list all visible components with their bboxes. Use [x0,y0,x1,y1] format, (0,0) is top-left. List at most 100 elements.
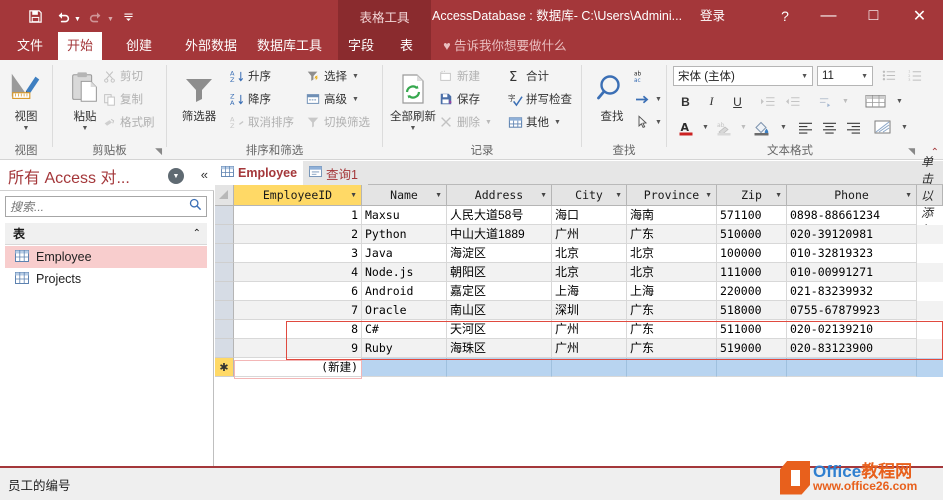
alternate-row-color-dropdown-caret[interactable]: ▼ [894,117,915,138]
cell-city[interactable]: 广州 [552,320,627,339]
column-header-name[interactable]: Name▼ [362,185,447,206]
tab-file[interactable]: 文件 [8,32,52,60]
bold-button[interactable]: B [675,91,696,112]
undo-dropdown-caret[interactable]: ▼ [74,16,81,23]
cell-phone[interactable]: 020-39120981 [787,225,917,244]
select-pointer-dropdown-caret[interactable]: ▼ [655,119,662,126]
customize-qat-icon[interactable] [116,4,142,28]
new-cell-zip[interactable] [717,358,787,377]
cell-employeeid[interactable]: 8 [234,320,362,339]
column-header-province[interactable]: Province▼ [627,185,717,206]
font-name-combobox[interactable]: 宋体 (主体) ▼ [673,66,813,86]
cell-address[interactable]: 人民大道58号 [447,206,552,225]
cell-employeeid[interactable]: 2 [234,225,362,244]
decrease-indent-icon[interactable] [782,91,803,112]
tab-table[interactable]: 表 [400,32,413,60]
align-left-icon[interactable] [795,117,816,138]
tab-fields[interactable]: 字段 [348,32,374,60]
cell-address[interactable]: 海珠区 [447,339,552,358]
column-header-phone[interactable]: Phone▼ [787,185,917,206]
sign-in-button[interactable]: 登录 [700,0,725,32]
row-selector[interactable] [215,206,234,225]
cell-city[interactable]: 广州 [552,339,627,358]
cell-address[interactable]: 嘉定区 [447,282,552,301]
cell-employeeid[interactable]: 1 [234,206,362,225]
table-row[interactable]: 8C#天河区广州广东511000020-02139210 [234,320,943,339]
cell-phone[interactable]: 020-02139210 [787,320,917,339]
undo-icon[interactable] [50,4,76,28]
chevron-down-icon[interactable]: ▼ [775,192,782,199]
navigation-search-input[interactable] [6,200,176,214]
cell-city[interactable]: 广州 [552,225,627,244]
column-header-zip[interactable]: Zip▼ [717,185,787,206]
cell-phone[interactable]: 0898-88661234 [787,206,917,225]
column-header-employeeid[interactable]: EmployeeID▼ [234,185,362,206]
cell-phone[interactable]: 021-83239932 [787,282,917,301]
sidebar-item-employee[interactable]: Employee [5,246,207,268]
new-cell-province[interactable] [627,358,717,377]
chevron-down-icon[interactable]: ▼ [905,192,912,199]
delete-record-dropdown-caret[interactable]: ▼ [485,119,492,126]
cell-province[interactable]: 上海 [627,282,717,301]
increase-indent-icon[interactable] [757,91,778,112]
column-header-click-to-add[interactable]: 单击以添加 [917,185,943,206]
cell-city[interactable]: 深圳 [552,301,627,320]
cell-zip[interactable]: 511000 [717,320,787,339]
datasheet-gridlines-icon[interactable] [862,91,890,112]
cell-zip[interactable]: 100000 [717,244,787,263]
close-button[interactable]: ✕ [896,0,943,32]
font-size-combobox[interactable]: 11 ▼ [817,66,873,86]
paste-dropdown-caret[interactable]: ▼ [82,125,89,133]
table-row[interactable]: 7Oracle南山区深圳广东5180000755-67879923 [234,301,943,320]
cell-name[interactable]: C# [362,320,447,339]
more-dropdown-caret[interactable]: ▼ [554,119,561,126]
redo-icon[interactable] [83,4,109,28]
tab-create[interactable]: 创建 [117,32,161,60]
refresh-all-button[interactable]: 全部刷新 ▼ [385,64,441,133]
cell-province[interactable]: 北京 [627,263,717,282]
cell-name[interactable]: Python [362,225,447,244]
cell-address[interactable]: 南山区 [447,301,552,320]
cell-province[interactable]: 广东 [627,301,717,320]
new-cell-phone[interactable] [787,358,917,377]
cell-name[interactable]: Java [362,244,447,263]
cell-phone[interactable]: 010-00991271 [787,263,917,282]
column-header-city[interactable]: City▼ [552,185,627,206]
spelling-button[interactable]: 字 拼写检查 [507,88,572,110]
cell-name[interactable]: Node.js [362,263,447,282]
cell-name[interactable]: Oracle [362,301,447,320]
new-record-row[interactable]: (新建) [234,358,943,377]
cell-address[interactable]: 中山大道1889 [447,225,552,244]
sort-ascending-button[interactable]: AZ 升序 [229,65,271,87]
table-row[interactable]: 3Java海淀区北京北京100000010-32819323 [234,244,943,263]
cell-phone[interactable]: 010-32819323 [787,244,917,263]
sidebar-item-projects[interactable]: Projects [5,268,207,290]
goto-button[interactable]: ▼ [634,88,662,110]
table-row[interactable]: 9Ruby海珠区广州广东519000020-83123900 [234,339,943,358]
cell-zip[interactable]: 510000 [717,225,787,244]
new-cell-city[interactable] [552,358,627,377]
cell-address[interactable]: 海淀区 [447,244,552,263]
tab-home[interactable]: 开始 [58,32,102,60]
table-row[interactable]: 4Node.js朝阳区北京北京111000010-00991271 [234,263,943,282]
view-dropdown-caret[interactable]: ▼ [23,125,30,133]
cell-employeeid[interactable]: 4 [234,263,362,282]
cell-address[interactable]: 天河区 [447,320,552,339]
highlight-color-icon[interactable]: ab [713,117,734,138]
new-cell-employeeid[interactable]: (新建) [234,358,362,377]
cell-city[interactable]: 北京 [552,263,627,282]
sort-descending-button[interactable]: ZA 降序 [229,88,271,110]
align-right-icon[interactable] [843,117,864,138]
cell-name[interactable]: Android [362,282,447,301]
align-center-icon[interactable] [819,117,840,138]
minimize-button[interactable]: — [806,0,851,32]
font-color-button[interactable]: A [675,117,696,138]
navigation-group-tables[interactable]: 表 ⌃ [5,223,207,245]
new-cell-name[interactable] [362,358,447,377]
cell-zip[interactable]: 220000 [717,282,787,301]
new-cell-address[interactable] [447,358,552,377]
row-selector[interactable] [215,320,234,339]
cell-employeeid[interactable]: 9 [234,339,362,358]
find-button[interactable]: 查找 [584,64,640,124]
table-row[interactable]: 2Python中山大道1889广州广东510000020-39120981 [234,225,943,244]
